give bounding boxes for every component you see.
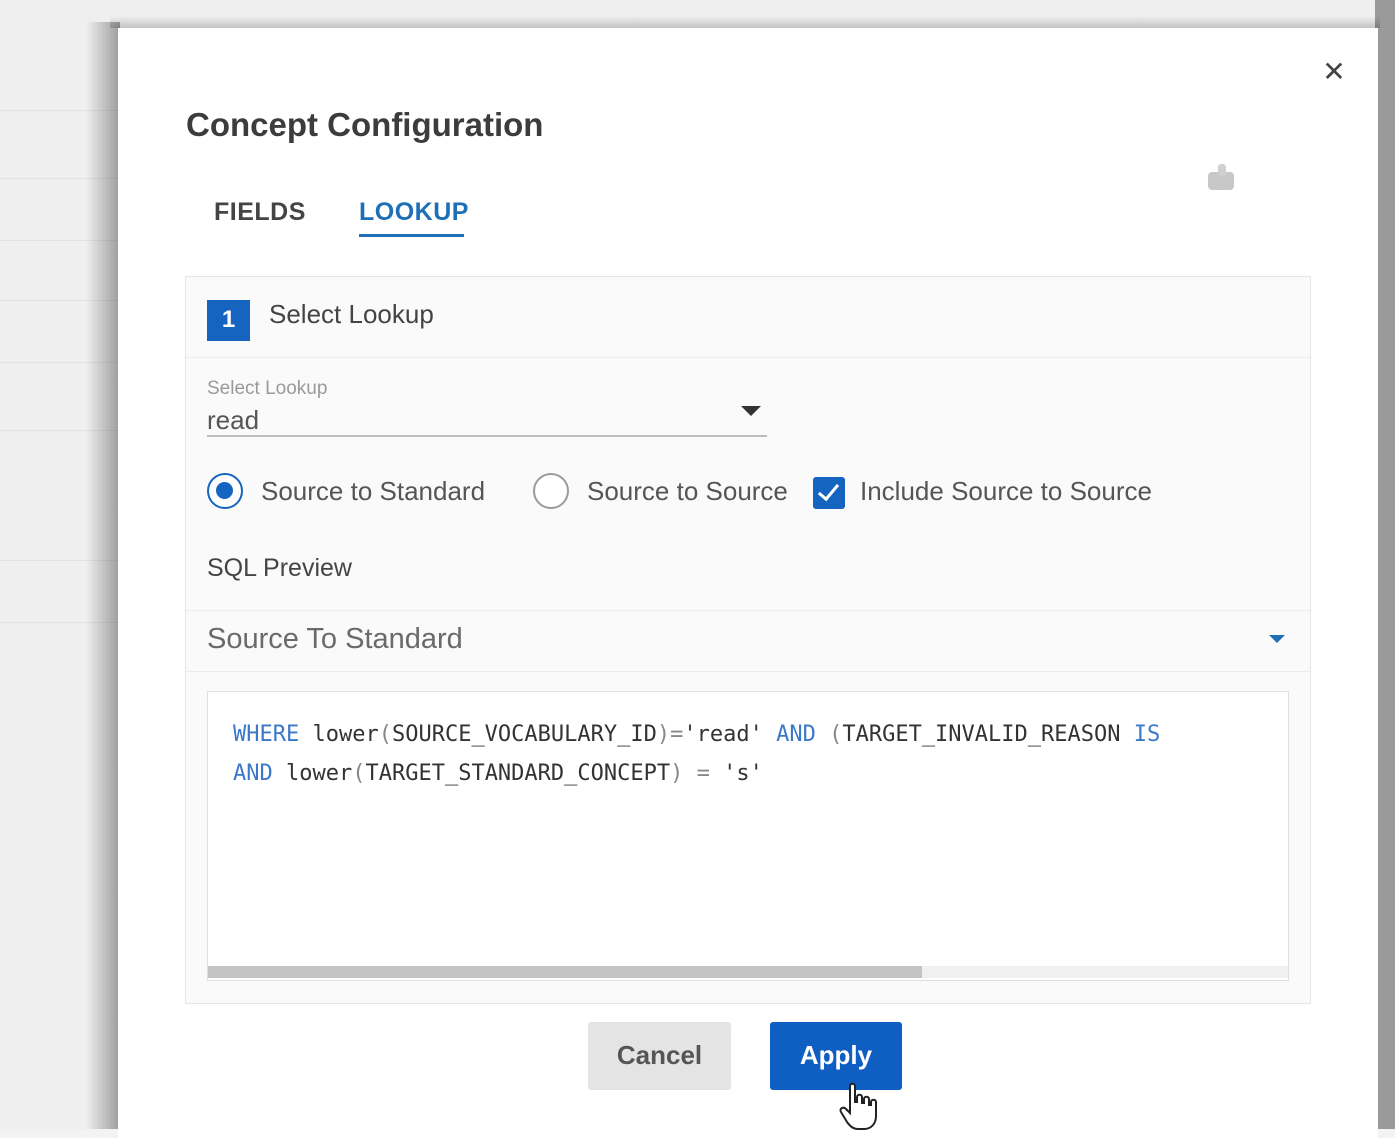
step-header: 1 Select Lookup (186, 277, 1310, 358)
sql-preview-code[interactable]: WHERE lower(SOURCE_VOCABULARY_ID)='read'… (207, 691, 1289, 981)
tab-fields[interactable]: FIELDS (214, 198, 306, 227)
select-lookup-step-panel: 1 Select Lookup Select Lookup read Sourc… (185, 276, 1311, 1004)
sql-token: TARGET_STANDARD_CONCEPT (365, 761, 671, 786)
sql-token: lower (299, 722, 379, 747)
hand-pointer-cursor-icon (839, 1082, 877, 1130)
select-lookup-label: Select Lookup (207, 378, 328, 399)
sql-keyword: IS (1120, 722, 1161, 747)
select-lookup-dropdown[interactable]: read (207, 401, 767, 437)
close-icon[interactable]: ✕ (1318, 56, 1350, 88)
caret-down-icon (1269, 635, 1285, 643)
active-tab-indicator (359, 234, 464, 237)
sql-line: AND lower(TARGET_STANDARD_CONCEPT) = 's' (233, 761, 763, 786)
sql-string: 's' (723, 761, 763, 786)
hand-icon (1208, 164, 1234, 190)
modal-shadow (86, 22, 120, 1129)
background-edge (1375, 0, 1395, 1129)
sql-punct: ( (815, 722, 843, 747)
apply-button[interactable]: Apply (770, 1022, 902, 1090)
sql-keyword: WHERE (233, 722, 300, 747)
sql-punct: )= (656, 722, 684, 747)
include-source-to-source-checkbox[interactable] (813, 477, 845, 509)
horizontal-scrollbar-thumb[interactable] (208, 966, 922, 978)
radio-source-to-standard-label[interactable]: Source to Standard (261, 476, 485, 507)
sql-token: lower (272, 761, 353, 786)
step-title: Select Lookup (269, 299, 434, 329)
radio-source-to-standard[interactable] (207, 473, 243, 509)
step-number-badge: 1 (207, 300, 250, 341)
sql-token: TARGET_INVALID_REASON (842, 722, 1121, 747)
sql-token: SOURCE_VOCABULARY_ID (391, 722, 657, 747)
cancel-button[interactable]: Cancel (588, 1022, 731, 1090)
sql-punct: ( (378, 722, 392, 747)
sql-string: 'read' (683, 722, 763, 747)
select-lookup-value: read (207, 405, 260, 435)
include-source-to-source-label[interactable]: Include Source to Source (860, 476, 1152, 507)
sql-punct: ) = (670, 761, 724, 786)
dialog-title: Concept Configuration (186, 106, 544, 143)
sql-preview-heading: SQL Preview (207, 554, 352, 582)
modal-shadow (110, 16, 1380, 28)
sql-punct: ( (352, 761, 366, 786)
sql-preview-select[interactable]: Source To Standard (186, 610, 1310, 672)
radio-source-to-source-label[interactable]: Source to Source (587, 476, 788, 507)
sql-keyword: AND (762, 722, 816, 747)
concept-configuration-dialog: ✕ Concept Configuration FIELDS LOOKUP 1 … (118, 28, 1378, 1138)
sql-keyword: AND (233, 761, 273, 786)
sql-preview-select-value: Source To Standard (207, 623, 463, 655)
tab-lookup[interactable]: LOOKUP (359, 198, 469, 227)
sql-line: WHERE lower(SOURCE_VOCABULARY_ID)='read'… (233, 722, 1160, 747)
caret-down-icon (741, 406, 761, 416)
radio-source-to-source[interactable] (533, 473, 569, 509)
